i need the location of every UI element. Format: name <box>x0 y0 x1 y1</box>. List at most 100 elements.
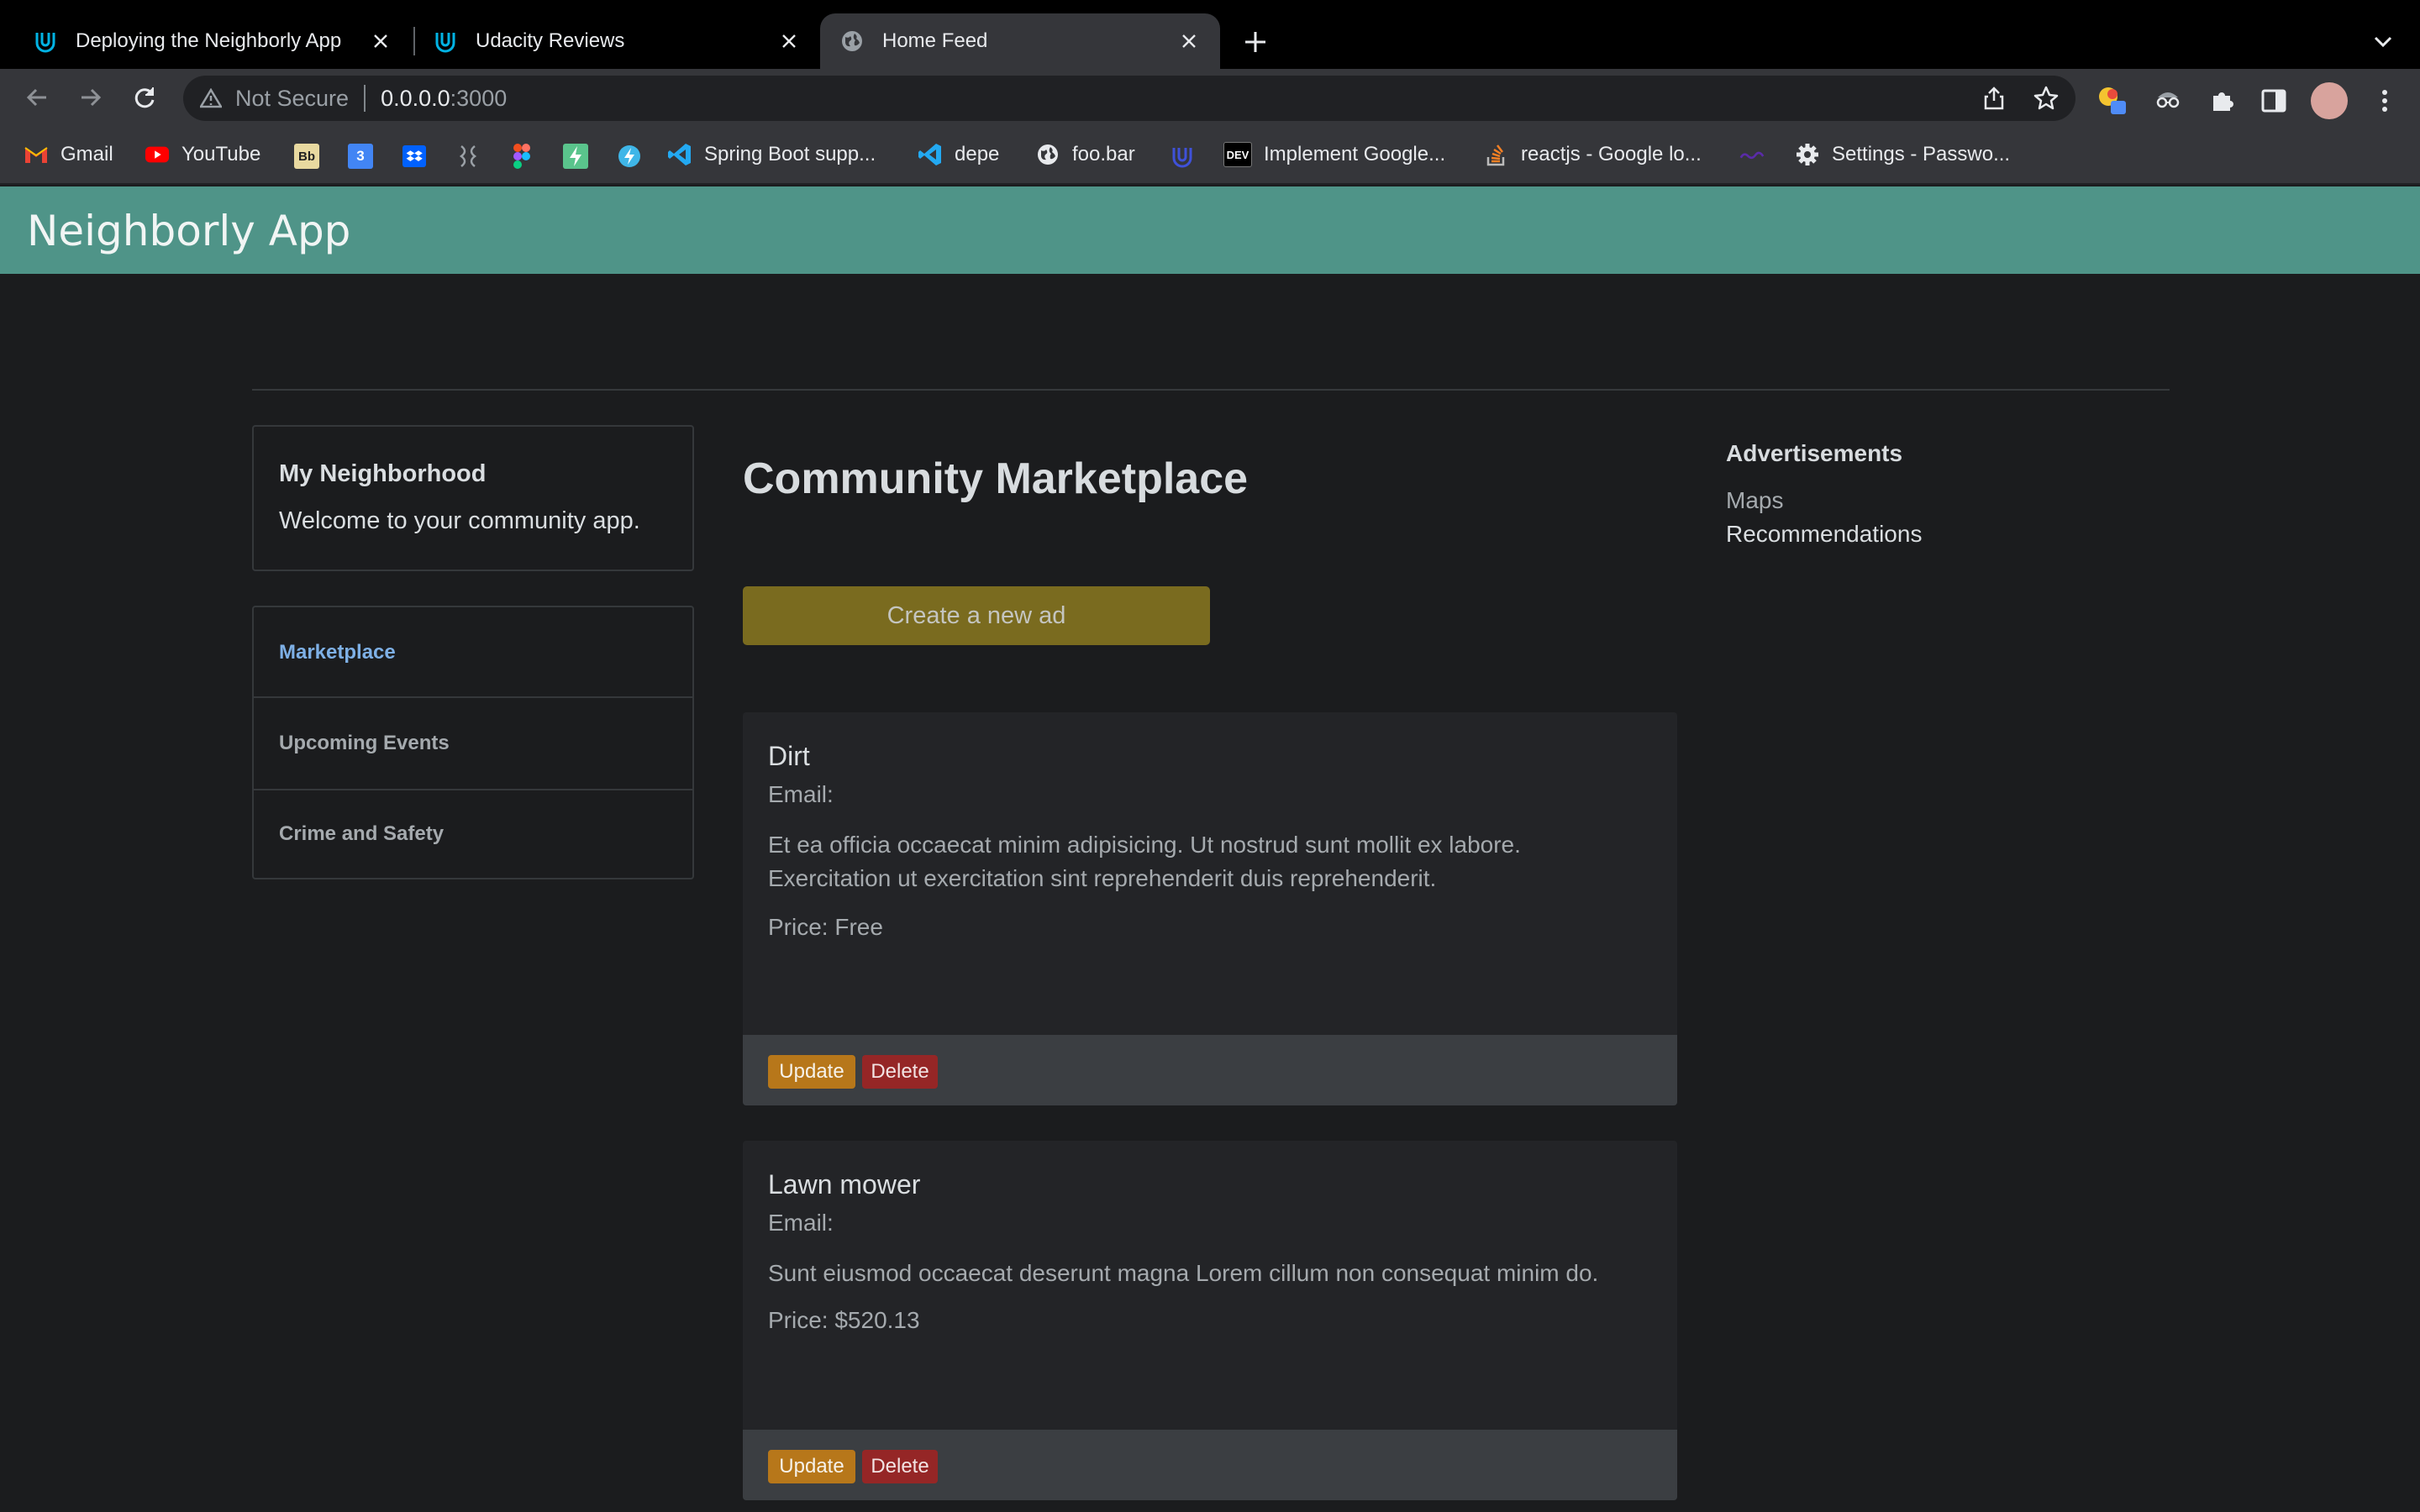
bookmark-spring-boot[interactable]: Spring Boot supp... <box>667 139 876 170</box>
ad-card: Dirt Email: Et ea officia occaecat minim… <box>743 712 1677 1105</box>
ad-description: Et ea officia occaecat minim adipisicing… <box>768 832 1521 891</box>
warning-icon[interactable] <box>198 86 224 111</box>
recommendations-link[interactable]: Recommendations <box>1726 521 1922 548</box>
plus-icon <box>1245 32 1265 52</box>
spy-extension-icon[interactable] <box>2151 84 2185 118</box>
tab-udacity-reviews[interactable]: Udacity Reviews <box>400 13 820 69</box>
advertisements-title: Advertisements <box>1726 440 1903 466</box>
bookmark-depe[interactable]: depe <box>918 139 999 170</box>
bookmark-label: depe <box>955 143 1000 165</box>
new-tab-button[interactable] <box>1239 25 1272 59</box>
ad-title: Lawn mower <box>768 1169 921 1200</box>
browser-toolbar: Not Secure 0.0.0.0 :3000 <box>0 69 2420 126</box>
sidebar-item-marketplace[interactable]: Marketplace <box>254 607 692 698</box>
neighborhood-welcome: Welcome to your community app. <box>279 507 640 534</box>
tab-search-button[interactable] <box>2368 25 2398 59</box>
url-port: :3000 <box>450 85 508 111</box>
side-panel-icon[interactable] <box>2257 84 2291 118</box>
close-icon[interactable] <box>776 29 802 54</box>
dropbox-bookmark-icon[interactable] <box>402 144 427 169</box>
neighborhood-title: My Neighborhood <box>279 460 487 487</box>
tab-title: Udacity Reviews <box>476 29 625 52</box>
address-bar[interactable]: Not Secure 0.0.0.0 :3000 <box>183 76 2075 121</box>
bookmark-youtube[interactable]: YouTube <box>145 139 260 170</box>
bolt-bookmark-icon[interactable] <box>563 144 588 169</box>
sidebar-item-upcoming-events[interactable]: Upcoming Events <box>254 696 692 789</box>
ad-title: Dirt <box>768 741 810 771</box>
reload-button[interactable] <box>126 79 163 116</box>
stackoverflow-icon <box>1484 142 1509 167</box>
udacity-icon <box>32 28 59 55</box>
purple-bookmark-icon[interactable] <box>1739 144 1765 169</box>
google-calendar-bookmark-icon[interactable]: 3 <box>348 144 373 169</box>
delete-button[interactable]: Delete <box>862 1055 938 1089</box>
link-chain-bookmark-icon[interactable] <box>455 144 481 169</box>
bookmark-label: Spring Boot supp... <box>704 143 876 165</box>
app-navbar: Neighborly App <box>0 186 2420 274</box>
ad-description: Sunt eiusmod occaecat deserunt magna Lor… <box>768 1260 1599 1286</box>
bookmark-label: YouTube <box>182 143 261 165</box>
update-button[interactable]: Update <box>768 1055 855 1089</box>
udacity-icon <box>432 28 459 55</box>
globe-icon <box>839 28 865 55</box>
close-icon[interactable] <box>368 29 393 54</box>
gear-icon <box>1795 142 1820 167</box>
vscode-icon <box>918 142 943 167</box>
create-ad-button[interactable]: Create a new ad <box>743 586 1210 645</box>
tab-title: Deploying the Neighborly App <box>76 29 342 52</box>
blackboard-bookmark-icon[interactable]: Bb <box>294 144 319 169</box>
globe-icon <box>1035 142 1060 167</box>
share-icon[interactable] <box>1981 86 2007 111</box>
ad-price: Price: Free <box>768 914 883 940</box>
udacity-bookmark-icon[interactable] <box>1170 144 1195 169</box>
speed-bookmark-icon[interactable] <box>617 144 642 169</box>
bookmark-reactjs[interactable]: reactjs - Google lo... <box>1484 139 1702 170</box>
back-button[interactable] <box>18 79 55 116</box>
divider <box>364 85 366 112</box>
dev-icon: DEV <box>1223 142 1252 167</box>
url-host: 0.0.0.0 <box>381 85 450 111</box>
tab-home-feed[interactable]: Home Feed <box>820 13 1220 69</box>
more-vert-icon[interactable] <box>2368 84 2402 118</box>
tab-deploying[interactable]: Deploying the Neighborly App <box>0 13 412 69</box>
update-button[interactable]: Update <box>768 1450 855 1483</box>
close-icon[interactable] <box>1176 29 1202 54</box>
app-brand[interactable]: Neighborly App <box>27 207 350 255</box>
bookmark-gmail[interactable]: Gmail <box>24 139 113 170</box>
bookmark-settings-passwords[interactable]: Settings - Passwo... <box>1795 139 2010 170</box>
forward-button[interactable] <box>72 79 109 116</box>
ad-email: Email: <box>768 1210 834 1236</box>
chevron-down-icon <box>2374 36 2392 48</box>
security-label: Not Secure <box>235 85 350 111</box>
ad-email: Email: <box>768 781 834 807</box>
maps-link[interactable]: Maps <box>1726 487 1783 514</box>
bookmark-foobar[interactable]: foo.bar <box>1035 139 1135 170</box>
ad-footer: Update Delete <box>743 1035 1677 1105</box>
youtube-icon <box>145 142 170 167</box>
bookmark-label: foo.bar <box>1072 143 1135 165</box>
arrow-right-icon <box>82 88 102 107</box>
bookmark-label: reactjs - Google lo... <box>1521 143 1702 165</box>
bookmark-label: Settings - Passwo... <box>1832 143 2011 165</box>
divider <box>252 389 2170 391</box>
ad-footer: Update Delete <box>743 1430 1677 1500</box>
figma-icon[interactable] <box>509 144 534 169</box>
profile-avatar[interactable] <box>2311 82 2348 119</box>
bookmark-label: Gmail <box>60 143 113 165</box>
sidebar-item-crime-and-safety[interactable]: Crime and Safety <box>254 789 692 878</box>
sidebar-nav: Marketplace Upcoming Events Crime and Sa… <box>252 606 694 879</box>
vscode-icon <box>667 142 692 167</box>
tab-strip: Deploying the Neighborly App Udacity Rev… <box>0 0 2420 69</box>
ad-price: Price: $520.13 <box>768 1307 920 1333</box>
ad-card: Lawn mower Email: Sunt eiusmod occaecat … <box>743 1141 1677 1500</box>
star-icon[interactable] <box>2033 86 2059 111</box>
arrow-left-icon <box>26 88 46 107</box>
delete-button[interactable]: Delete <box>862 1450 938 1483</box>
page-title: Community Marketplace <box>743 454 1249 503</box>
color-picker-extension-icon[interactable] <box>2096 84 2129 118</box>
bookmark-implement-google[interactable]: DEV Implement Google... <box>1223 139 1445 170</box>
neighborhood-card: My Neighborhood Welcome to your communit… <box>252 425 694 571</box>
bookmark-label: Implement Google... <box>1264 143 1446 165</box>
gmail-icon <box>24 142 49 167</box>
puzzle-extensions-icon[interactable] <box>2205 84 2238 118</box>
